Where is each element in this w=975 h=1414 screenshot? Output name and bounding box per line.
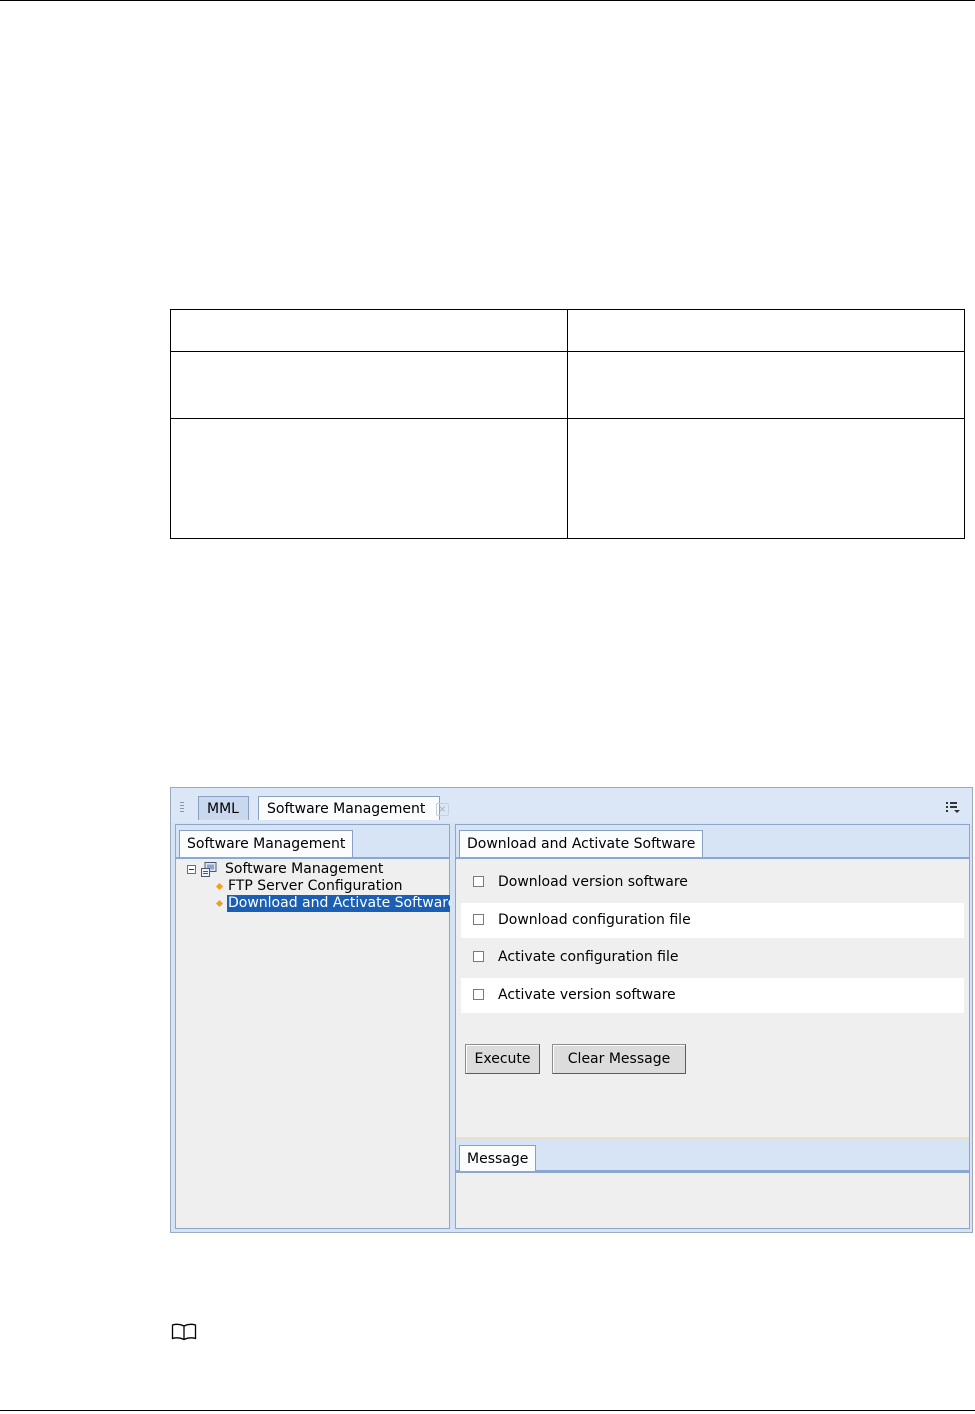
download-configuration-file-checkbox[interactable] <box>473 913 484 925</box>
tab-software-management[interactable]: Software Management × <box>258 796 449 820</box>
software-management-window: MML Software Management × Software Manag… <box>170 787 973 1233</box>
option-label: Activate configuration file <box>498 949 679 965</box>
table-cell <box>567 308 965 353</box>
table-row <box>170 418 965 539</box>
message-panel: Message <box>456 1137 969 1228</box>
content-panel: Download and Activate Software Download … <box>455 824 970 1229</box>
tab-message[interactable]: Message <box>459 1145 537 1171</box>
table-cell <box>170 351 568 420</box>
message-tab-label: Message <box>467 1151 529 1167</box>
leaf-bullet-icon <box>215 899 224 908</box>
tree-item-label: Download and Activate Software <box>227 895 458 912</box>
execute-button[interactable]: Execute <box>465 1044 540 1074</box>
navigation-panel: Software Management Software Management … <box>175 824 458 1229</box>
close-icon[interactable]: × <box>435 803 449 816</box>
download-version-software-checkbox[interactable] <box>473 876 484 887</box>
page-footer-rule <box>0 1410 975 1411</box>
tab-mml[interactable]: MML <box>198 796 249 820</box>
tab-navigation-software-management[interactable]: Software Management <box>179 830 354 857</box>
page-header-rule <box>0 0 975 1</box>
option-label: Download version software <box>498 874 688 890</box>
tree-root-label: Software Management <box>225 861 384 877</box>
option-download-version-software[interactable]: Download version software <box>461 865 964 900</box>
clear-message-button[interactable]: Clear Message <box>552 1044 686 1074</box>
content-tab-label: Download and Activate Software <box>467 836 696 852</box>
collapse-icon[interactable] <box>187 865 196 874</box>
window-tab-bar: MML Software Management × <box>171 788 972 823</box>
activate-version-software-checkbox[interactable] <box>473 988 484 1000</box>
table-cell <box>170 308 568 353</box>
activate-configuration-file-checkbox[interactable] <box>473 951 484 962</box>
tab-software-management-label: Software Management <box>267 801 426 817</box>
table-cell <box>567 351 965 420</box>
table-cell <box>170 418 568 539</box>
empty-table <box>170 308 965 539</box>
option-label: Download configuration file <box>498 911 691 928</box>
message-output[interactable] <box>456 1172 969 1228</box>
leaf-bullet-icon <box>215 882 224 891</box>
option-activate-configuration-file[interactable]: Activate configuration file <box>461 940 964 975</box>
option-download-configuration-file[interactable]: Download configuration file <box>461 902 964 938</box>
content-panel-header: Download and Activate Software <box>456 825 969 859</box>
computer-node-icon <box>201 862 217 877</box>
navigation-tab-label: Software Management <box>187 836 346 852</box>
options-list: Download version software Download confi… <box>461 865 964 1015</box>
tab-mml-label: MML <box>207 801 239 817</box>
table-row <box>170 308 965 353</box>
message-panel-header: Message <box>456 1140 969 1172</box>
option-activate-version-software[interactable]: Activate version software <box>461 977 964 1013</box>
table-cell <box>567 418 965 539</box>
book-note-icon <box>171 1323 197 1341</box>
list-menu-icon[interactable] <box>946 801 960 813</box>
table-row <box>170 351 965 420</box>
tree-item-label: FTP Server Configuration <box>228 878 403 894</box>
navigation-panel-header: Software Management <box>176 825 449 859</box>
tab-download-and-activate-software[interactable]: Download and Activate Software <box>459 830 704 857</box>
option-label: Activate version software <box>498 986 676 1003</box>
drag-grip-icon[interactable] <box>180 802 184 814</box>
